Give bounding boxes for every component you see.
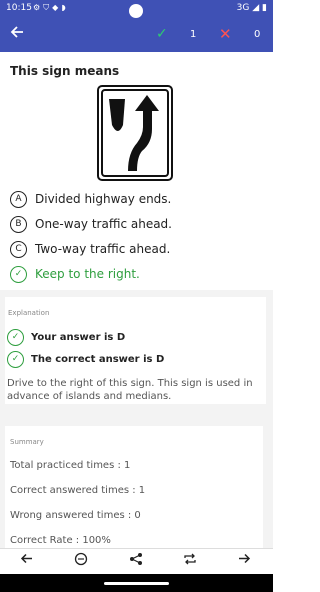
option-text: Two-way traffic ahead.	[35, 242, 171, 256]
camera-cutout	[129, 4, 143, 18]
system-nav-bar	[0, 574, 273, 592]
option-letter: B	[10, 215, 27, 233]
correct-answer-row: ✓ The correct answer is D	[7, 350, 164, 368]
assistant-button[interactable]	[74, 552, 88, 570]
arrow-right-icon	[239, 553, 251, 564]
network-type: 3G	[236, 3, 250, 13]
bottom-toolbar	[0, 548, 273, 575]
option-text: Divided highway ends.	[35, 192, 172, 206]
app-bar: ✓ 1 ✕ 0	[0, 18, 273, 52]
your-answer-row: ✓ Your answer is D	[7, 328, 125, 346]
battery-icon: ▮	[262, 3, 267, 13]
summary-card: Summary Total practiced times : 1 Correc…	[5, 426, 263, 550]
wrong-answered: Wrong answered times : 0	[10, 510, 141, 521]
home-indicator[interactable]	[104, 582, 169, 585]
repeat-icon	[184, 553, 196, 565]
share-icon	[130, 553, 142, 565]
correct-rate: Correct Rate : 100%	[10, 535, 111, 546]
your-answer-text: Your answer is D	[31, 331, 126, 343]
correct-count: 1	[190, 29, 197, 40]
assistant-icon	[74, 552, 88, 566]
check-icon: ✓	[7, 350, 24, 368]
back-button[interactable]	[10, 24, 24, 43]
explanation-card: Explanation ✓ Your answer is D ✓ The cor…	[5, 297, 266, 404]
correct-answered: Correct answered times : 1	[10, 485, 146, 496]
option-d[interactable]: ✓ Keep to the right.	[10, 265, 140, 283]
arrow-left-icon	[10, 26, 23, 38]
option-letter: A	[10, 190, 27, 208]
option-letter: C	[10, 240, 27, 258]
wrong-count: 0	[254, 29, 261, 40]
signal-icon: ◢	[252, 3, 260, 13]
question-title: This sign means	[10, 64, 120, 78]
explanation-heading: Explanation	[8, 309, 50, 317]
repeat-button[interactable]	[183, 552, 197, 570]
correct-answer-text: The correct answer is D	[31, 353, 165, 365]
check-icon: ✓	[156, 26, 168, 42]
close-icon: ✕	[219, 25, 232, 43]
status-time: 10:15	[6, 3, 32, 13]
option-b[interactable]: B One-way traffic ahead.	[10, 215, 172, 233]
question-card: This sign means A Divided highway ends. …	[0, 52, 273, 290]
summary-heading: Summary	[10, 438, 44, 446]
prev-button[interactable]	[20, 552, 33, 569]
content: This sign means A Divided highway ends. …	[0, 52, 273, 550]
option-c[interactable]: C Two-way traffic ahead.	[10, 240, 170, 258]
check-icon: ✓	[7, 328, 24, 346]
total-practiced: Total practiced times : 1	[10, 460, 131, 471]
status-right: 3G ◢ ▮	[237, 3, 267, 13]
option-text: One-way traffic ahead.	[35, 217, 172, 231]
share-button[interactable]	[129, 552, 143, 570]
option-a[interactable]: A Divided highway ends.	[10, 190, 171, 208]
status-icons: ⚙⛉◆◗	[33, 3, 69, 12]
check-icon: ✓	[10, 265, 27, 283]
keep-right-sign-image	[97, 85, 173, 181]
option-text: Keep to the right.	[35, 267, 140, 281]
status-bar: 10:15 ⚙⛉◆◗ 3G ◢ ▮	[0, 0, 273, 18]
next-button[interactable]	[238, 552, 251, 569]
explanation-text: Drive to the right of this sign. This si…	[7, 378, 253, 402]
arrow-left-icon	[20, 553, 32, 564]
